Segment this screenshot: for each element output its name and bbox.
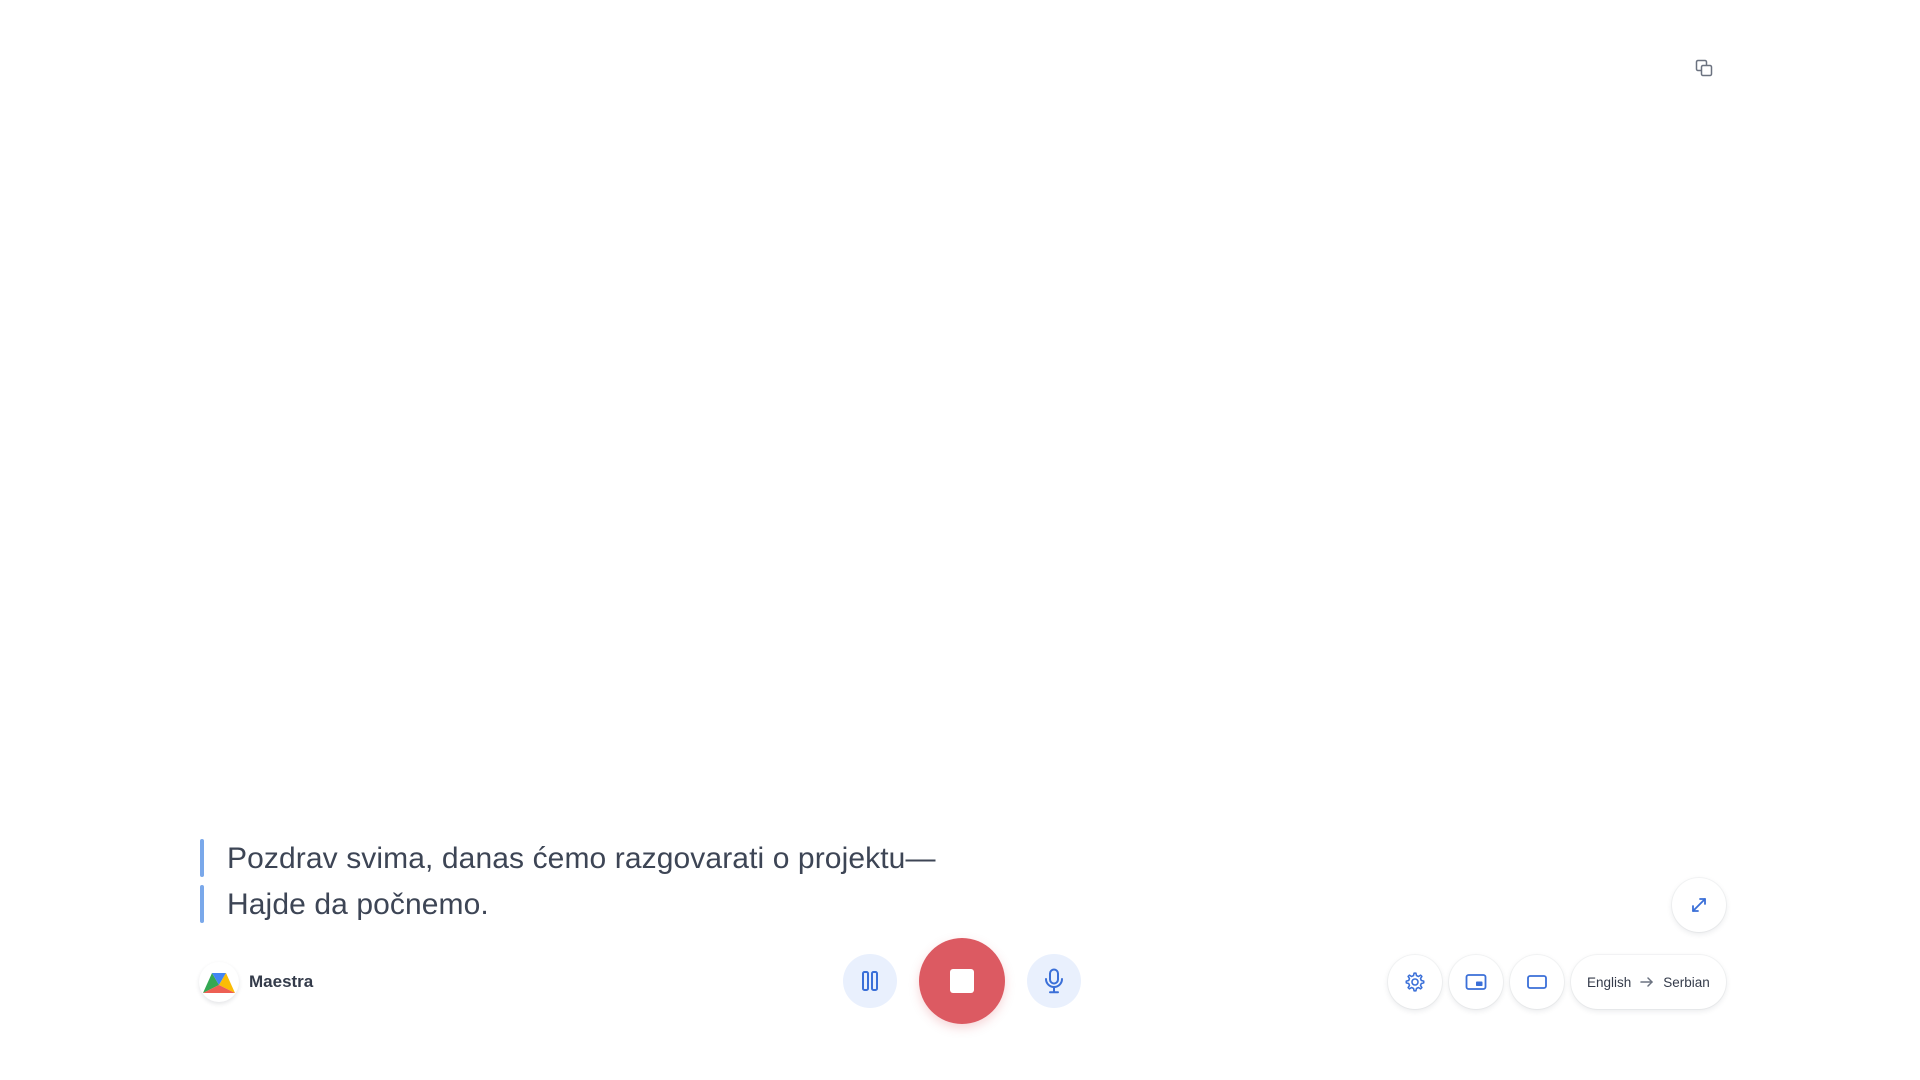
expand-icon	[1692, 898, 1706, 912]
picture-in-picture-icon	[1465, 974, 1487, 990]
picture-in-picture-button[interactable]	[1449, 955, 1503, 1009]
transcript-line-marker	[200, 885, 204, 923]
settings-button[interactable]	[1388, 955, 1442, 1009]
stop-icon	[950, 969, 974, 993]
recording-controls	[843, 938, 1081, 1024]
pause-icon	[862, 971, 878, 991]
language-selector[interactable]: English Serbian	[1571, 955, 1726, 1009]
brand-name: Maestra	[249, 972, 314, 991]
transcript-line-text: Hajde da počnemo.	[227, 888, 489, 921]
transcript-line: Pozdrav svima, danas ćemo razgovarati o …	[200, 836, 1400, 882]
expand-button[interactable]	[1672, 878, 1726, 932]
source-language: English	[1587, 974, 1632, 990]
transcript-line: Hajde da počnemo.	[200, 882, 1400, 928]
microphone-button[interactable]	[1027, 954, 1081, 1008]
transcript: Pozdrav svima, danas ćemo razgovarati o …	[200, 836, 1400, 928]
microphone-icon	[1045, 968, 1063, 994]
toolbar-right: English Serbian	[1388, 955, 1726, 1009]
copy-button[interactable]	[1692, 56, 1716, 80]
maestra-logo-icon	[199, 962, 239, 1002]
brand: Maestra	[199, 960, 313, 1004]
caption-overlay: Pozdrav svima, danas ćemo razgovarati o …	[0, 0, 1920, 1080]
stop-button[interactable]	[919, 938, 1005, 1024]
transcript-line-marker	[200, 839, 204, 877]
target-language: Serbian	[1663, 974, 1710, 990]
pause-button[interactable]	[843, 954, 897, 1008]
gear-icon	[1405, 972, 1425, 992]
copy-icon	[1695, 59, 1713, 77]
window-mode-button[interactable]	[1510, 955, 1564, 1009]
transcript-line-text: Pozdrav svima, danas ćemo razgovarati o …	[227, 842, 936, 875]
window-icon	[1527, 975, 1547, 989]
arrow-right-icon	[1640, 976, 1654, 988]
